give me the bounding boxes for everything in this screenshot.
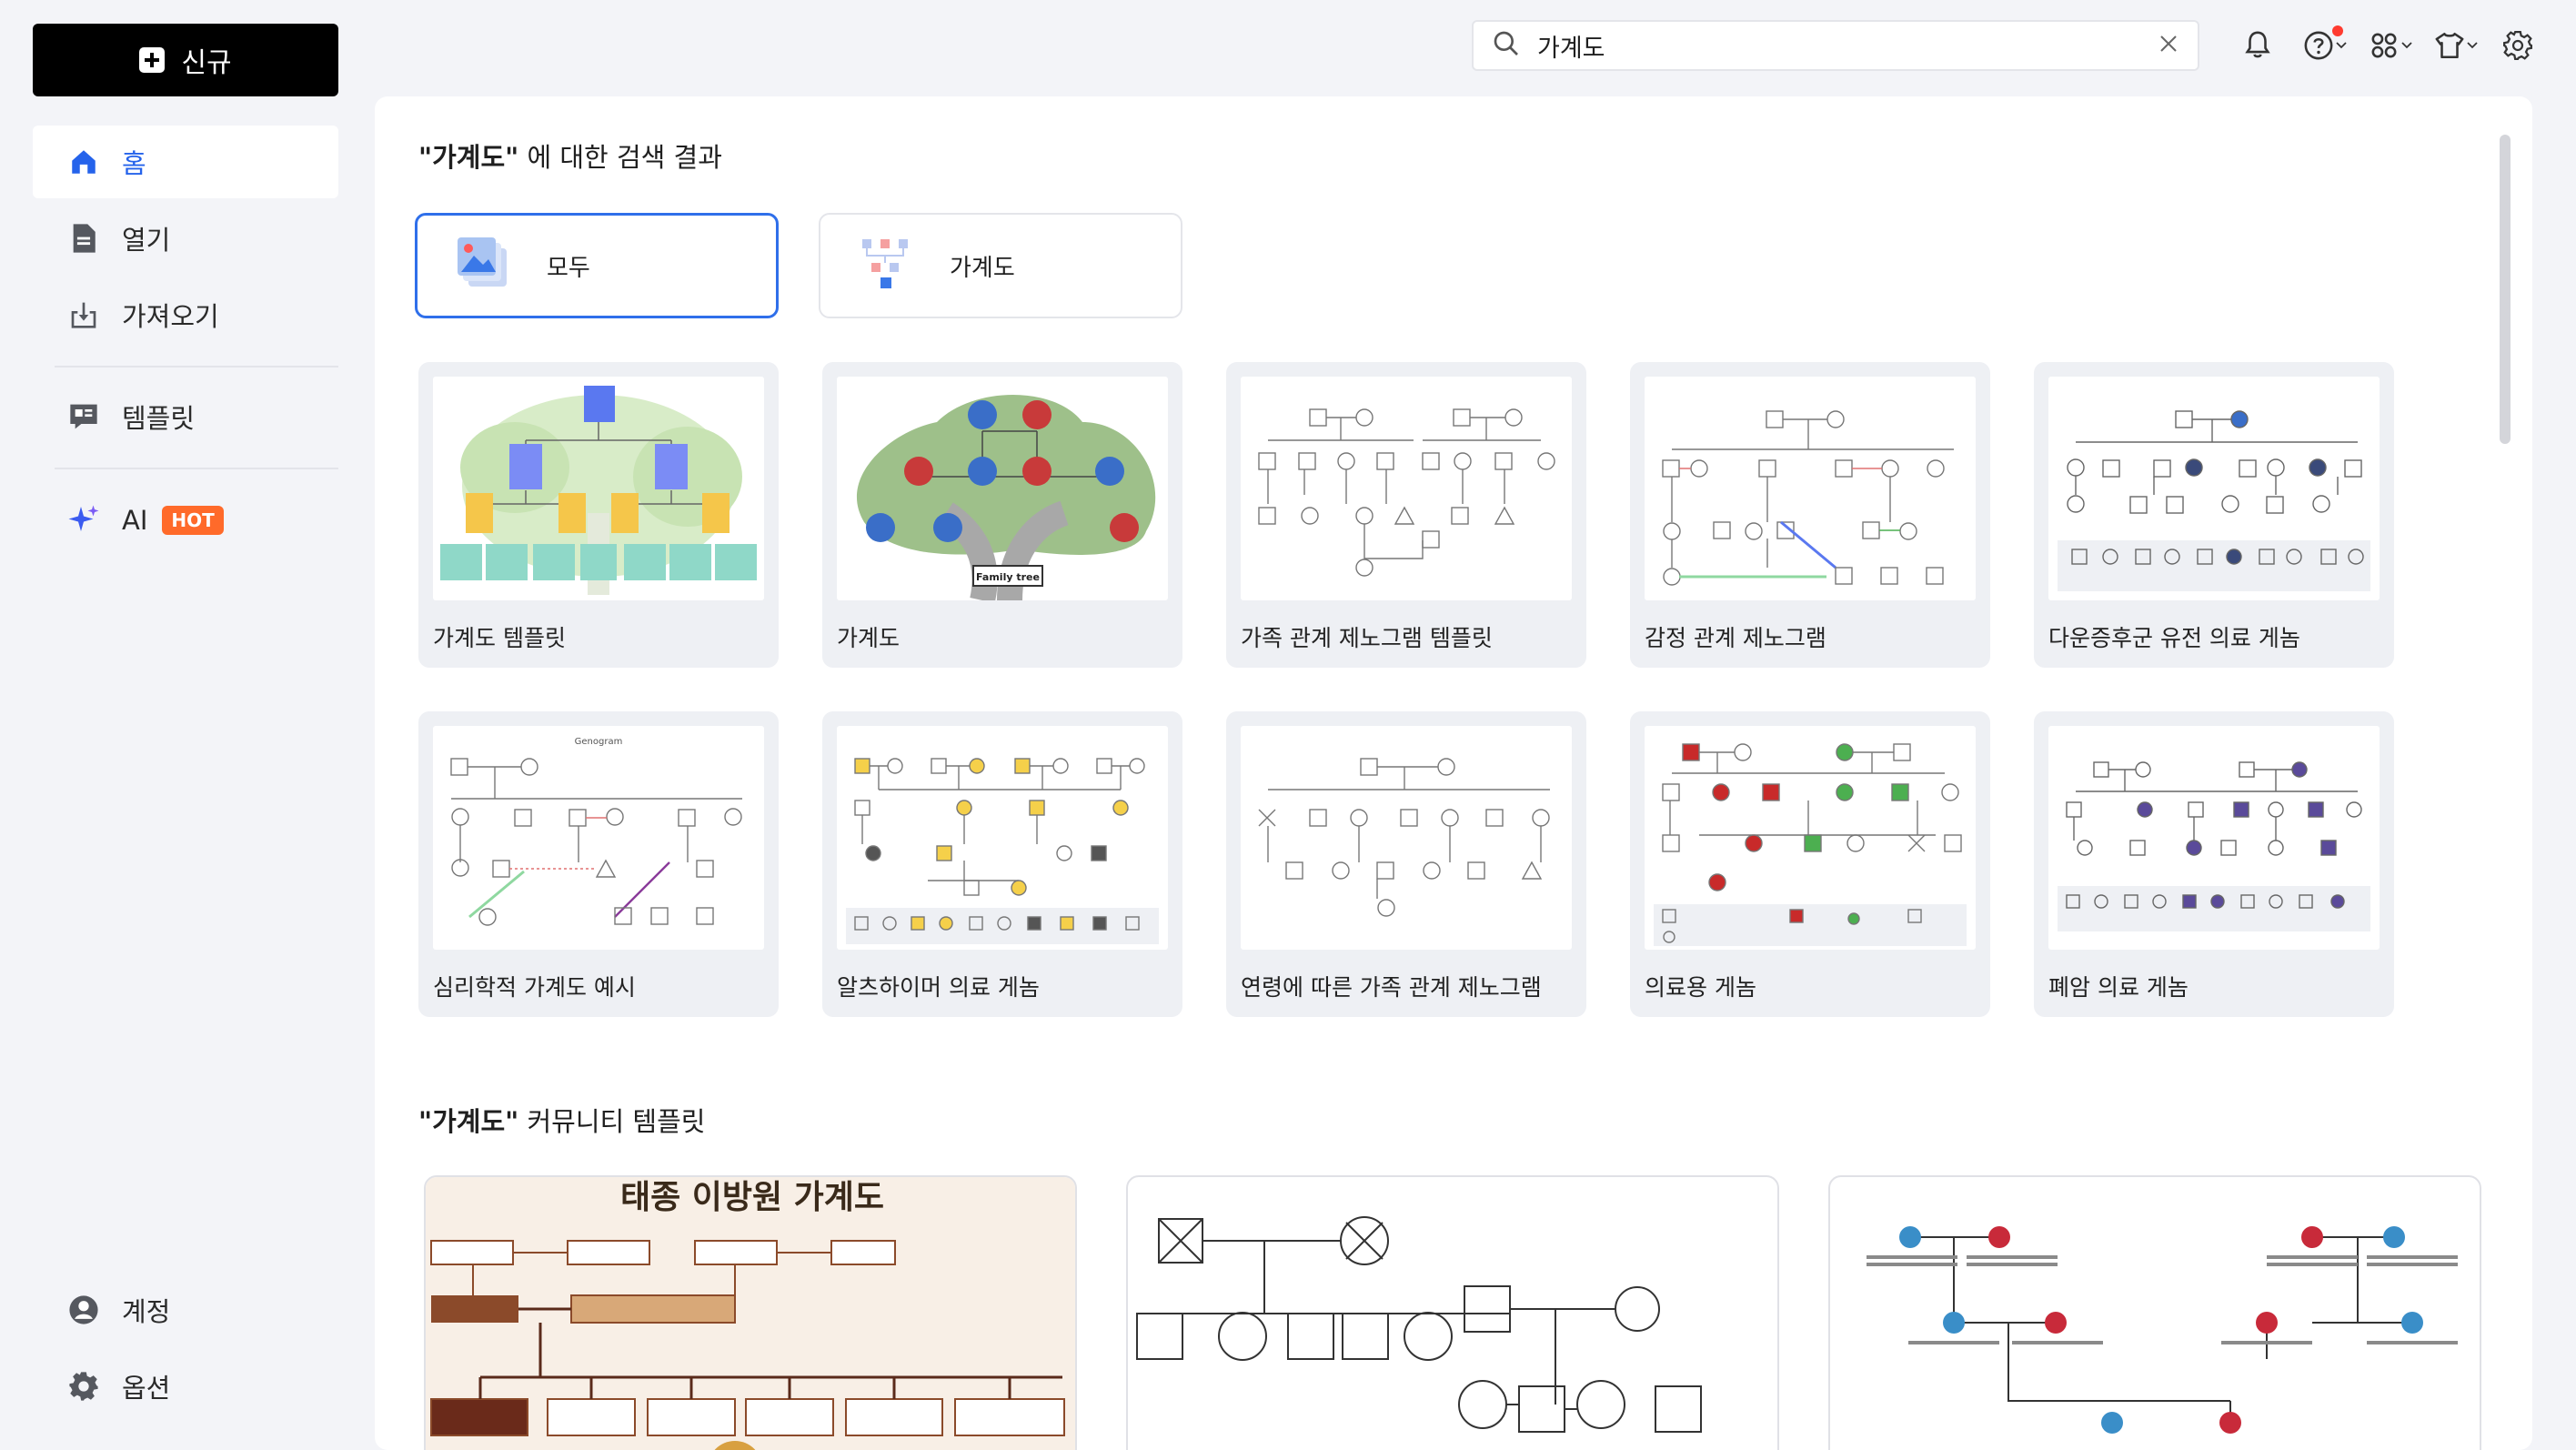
template-card[interactable]: 가족 관계 제노그램 템플릿 xyxy=(1226,362,1586,668)
apps-grid-icon[interactable] xyxy=(2363,25,2418,65)
template-thumbnail: Genogram xyxy=(433,726,764,950)
template-card[interactable]: 알츠하이머 의료 게놈 xyxy=(822,711,1182,1017)
template-card[interactable]: 감정 관계 제노그램 xyxy=(1630,362,1990,668)
search-box[interactable] xyxy=(1472,20,2199,71)
sparkle-icon xyxy=(67,504,100,537)
template-label: 연령에 따른 가족 관계 제노그램 xyxy=(1241,974,1542,1001)
hot-badge: HOT xyxy=(162,506,224,535)
community-thumb-title: 태종 이방원 가계도 xyxy=(620,1179,884,1216)
all-templates-icon xyxy=(456,236,510,297)
notification-bell-icon[interactable] xyxy=(2236,25,2279,65)
app-window: 신규 홈 열기 가져오기 템플릿 AI HOT 계정 옵션 가계도 "가계도" … xyxy=(0,0,2576,1450)
template-card[interactable]: 의료용 게놈 xyxy=(1630,711,1990,1017)
sidebar-divider xyxy=(55,366,338,368)
scrollbar-thumb[interactable] xyxy=(2500,135,2511,444)
template-icon xyxy=(67,400,100,433)
sidebar-item-open[interactable]: 열기 xyxy=(33,202,338,275)
community-title-suffix: 커뮤니티 템플릿 xyxy=(518,1106,706,1137)
template-label: 다운증후군 유전 의료 게놈 xyxy=(2048,625,2300,651)
template-thumbnail xyxy=(433,377,764,600)
thumbnail-caption: Family tree xyxy=(976,571,1040,583)
search-input[interactable] xyxy=(1537,31,2141,60)
search-results-title: "가계도" 에 대한 검색 결과 xyxy=(418,136,722,175)
notification-dot xyxy=(2332,25,2343,36)
sidebar-item-options[interactable]: 옵션 xyxy=(33,1350,338,1423)
sidebar-item-label: 홈 xyxy=(122,148,146,179)
template-thumbnail xyxy=(837,726,1168,950)
new-button[interactable]: 신규 xyxy=(33,24,338,96)
template-card[interactable]: 연령에 따른 가족 관계 제노그램 xyxy=(1226,711,1586,1017)
template-card[interactable]: 가계도 템플릿 xyxy=(418,362,779,668)
template-card[interactable]: 폐암 의료 게놈 xyxy=(2034,711,2394,1017)
search-icon xyxy=(1492,29,1521,62)
import-icon xyxy=(67,298,100,331)
sidebar-item-label: 계정 xyxy=(122,1296,171,1327)
sidebar-item-label: 옵션 xyxy=(122,1373,171,1404)
gear-icon xyxy=(67,1370,100,1403)
sidebar: 신규 홈 열기 가져오기 템플릿 AI HOT 계정 옵션 xyxy=(0,0,375,1450)
theme-shirt-icon[interactable] xyxy=(2429,25,2483,65)
filter-family-tree[interactable]: 가계도 xyxy=(819,213,1182,318)
template-thumbnail xyxy=(1241,726,1572,950)
filter-label: 가계도 xyxy=(950,254,1015,282)
template-thumbnail: Family tree xyxy=(837,377,1168,600)
sidebar-item-ai[interactable]: AI HOT xyxy=(33,484,338,557)
family-tree-icon xyxy=(859,236,913,297)
settings-gear-icon[interactable] xyxy=(2496,25,2540,65)
thumbnail-caption: Genogram xyxy=(575,737,623,747)
template-label: 알츠하이머 의료 게놈 xyxy=(837,974,1040,1001)
community-query-text: "가계도" xyxy=(418,1106,519,1137)
sidebar-item-label: 템플릿 xyxy=(122,403,196,434)
template-thumbnail xyxy=(1645,726,1976,950)
template-thumbnail xyxy=(1645,377,1976,600)
help-icon[interactable] xyxy=(2298,25,2352,65)
template-card[interactable]: Family tree 가계도 xyxy=(822,362,1182,668)
template-thumbnail xyxy=(1241,377,1572,600)
sidebar-item-label: 가져오기 xyxy=(122,301,219,332)
template-card[interactable]: 다운증후군 유전 의료 게놈 xyxy=(2034,362,2394,668)
sidebar-item-label: 열기 xyxy=(122,225,171,256)
account-icon xyxy=(67,1294,100,1326)
template-label: 가계도 템플릿 xyxy=(433,625,566,651)
sidebar-item-templates[interactable]: 템플릿 xyxy=(33,380,338,453)
template-label: 감정 관계 제노그램 xyxy=(1645,625,1826,651)
sidebar-divider xyxy=(55,468,338,469)
template-label: 폐암 의료 게놈 xyxy=(2048,974,2189,1001)
file-icon xyxy=(67,222,100,255)
community-template-card[interactable] xyxy=(1828,1175,2481,1450)
filter-label: 모두 xyxy=(547,254,590,282)
template-card[interactable]: Genogram 심리학적 가계도 예시 xyxy=(418,711,779,1017)
sidebar-item-label: AI xyxy=(122,505,148,536)
template-label: 의료용 게놈 xyxy=(1645,974,1756,1001)
community-template-card[interactable]: 태종 이방원 가계도 xyxy=(424,1175,1077,1450)
template-label: 가족 관계 제노그램 템플릿 xyxy=(1241,625,1493,651)
main-content: "가계도" 에 대한 검색 결과 모두 가계도 가계도 템플릿 Family t… xyxy=(375,96,2532,1450)
plus-icon xyxy=(139,47,166,73)
sidebar-item-account[interactable]: 계정 xyxy=(33,1274,338,1346)
search-query-text: "가계도" xyxy=(418,142,519,173)
search-results-suffix: 에 대한 검색 결과 xyxy=(518,142,722,173)
template-label: 가계도 xyxy=(837,625,901,651)
clear-search-icon[interactable] xyxy=(2158,33,2179,58)
community-template-card[interactable] xyxy=(1126,1175,1779,1450)
sidebar-item-home[interactable]: 홈 xyxy=(33,126,338,198)
sidebar-item-import[interactable]: 가져오기 xyxy=(33,278,338,351)
template-label: 심리학적 가계도 예시 xyxy=(433,974,636,1001)
template-thumbnail xyxy=(2048,726,2380,950)
template-thumbnail xyxy=(2048,377,2380,600)
community-title: "가계도" 커뮤니티 템플릿 xyxy=(418,1101,705,1139)
filter-all[interactable]: 모두 xyxy=(415,213,779,318)
new-button-label: 신규 xyxy=(181,47,232,79)
home-icon xyxy=(67,146,100,178)
